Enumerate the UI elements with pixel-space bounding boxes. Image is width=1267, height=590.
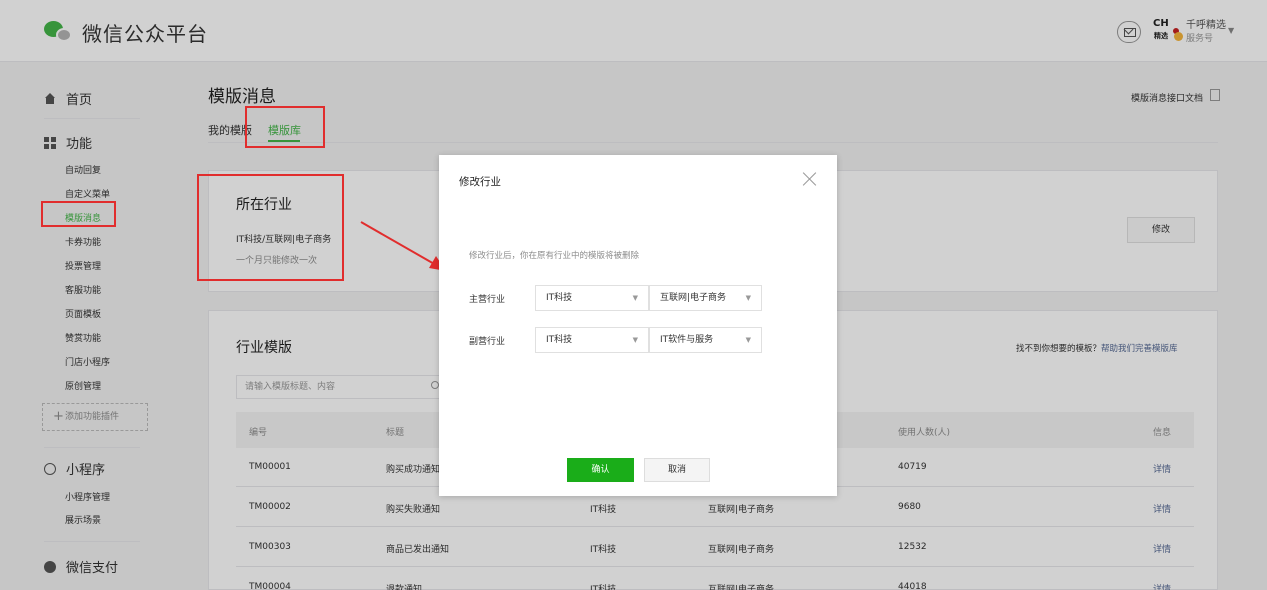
secondary-industry-select-2[interactable]: IT软件与服务 ▼ bbox=[649, 327, 762, 353]
primary-select-1-value: IT科技 bbox=[546, 293, 573, 303]
secondary-select-2-value: IT软件与服务 bbox=[660, 335, 714, 345]
secondary-industry-select-1[interactable]: IT科技 ▼ bbox=[535, 327, 649, 353]
dialog-title: 修改行业 bbox=[459, 176, 501, 188]
primary-select-2-value: 互联网|电子商务 bbox=[660, 293, 727, 303]
chevron-down-icon: ▼ bbox=[745, 294, 751, 302]
cancel-button[interactable]: 取消 bbox=[644, 458, 710, 482]
dialog-message: 修改行业后，你在原有行业中的模版将被删除 bbox=[469, 251, 640, 261]
chevron-down-icon: ▼ bbox=[745, 336, 751, 344]
confirm-button[interactable]: 确认 bbox=[567, 458, 634, 482]
secondary-industry-label: 副营行业 bbox=[469, 337, 506, 347]
chevron-down-icon: ▼ bbox=[632, 336, 638, 344]
primary-industry-label: 主营行业 bbox=[469, 295, 506, 305]
edit-industry-dialog: 修改行业 修改行业后，你在原有行业中的模版将被删除 主营行业 IT科技 ▼ 互联… bbox=[439, 155, 837, 496]
secondary-select-1-value: IT科技 bbox=[546, 335, 573, 345]
primary-industry-select-2[interactable]: 互联网|电子商务 ▼ bbox=[649, 285, 762, 311]
close-icon[interactable] bbox=[802, 171, 818, 187]
chevron-down-icon: ▼ bbox=[632, 294, 638, 302]
primary-industry-select-1[interactable]: IT科技 ▼ bbox=[535, 285, 649, 311]
